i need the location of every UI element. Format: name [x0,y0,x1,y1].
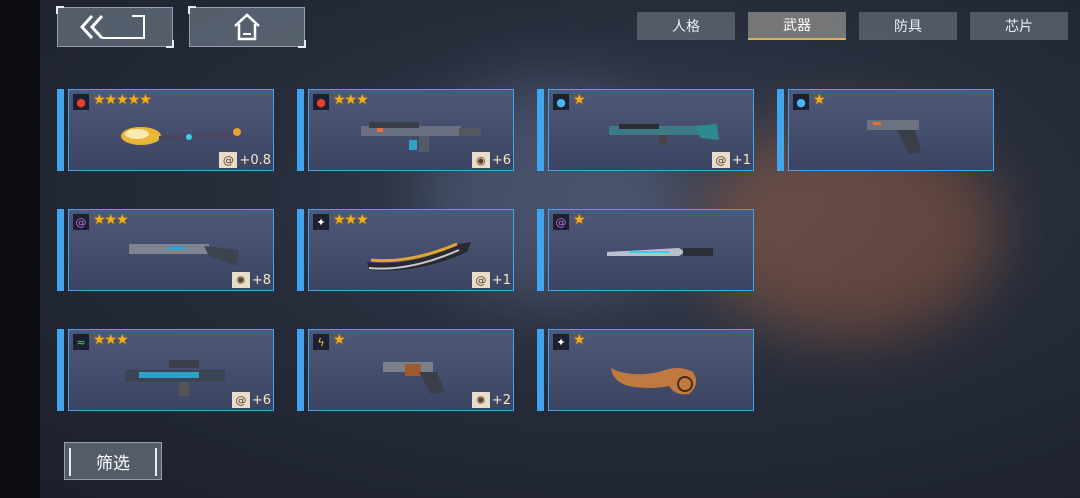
card-side-bar [537,89,544,171]
weapon-arm-image [611,368,697,395]
creature-icon: ◉ [471,152,490,168]
swirl-icon: @ [231,392,250,408]
electric-icon: ϟ [313,334,329,350]
star-rating: ★ [573,92,586,108]
home-icon [234,13,260,41]
fire-icon: ● [73,94,89,110]
filter-button[interactable]: 筛选 [64,442,162,480]
filter-button-bracket [69,448,71,476]
bonus-badge: @ +1 [711,152,751,168]
bonus-badge: @ +6 [231,392,271,408]
tab-armor[interactable]: 防具 [859,12,957,40]
swirl-icon: @ [219,152,238,168]
star-rating: ★ [813,92,826,108]
weapon-card[interactable]: ● ★ @ +1 [537,89,754,171]
card-side-bar [537,209,544,291]
weapon-smg-image [125,360,225,396]
card-side-bar [297,209,304,291]
star-rating: ★★★ [333,212,369,228]
gear-icon: ✺ [471,392,490,408]
back-arrow-icon [80,14,145,40]
star-rating: ★ [573,212,586,228]
weapon-assault-rifle-image [361,122,481,152]
weapon-card[interactable]: ✦ ★ [537,329,754,411]
star-rating: ★★★ [93,332,129,348]
card-side-bar [537,329,544,411]
star-rating: ★ [573,332,586,348]
card-side-bar [57,209,64,291]
card-side-bar [777,89,784,171]
light-icon: ✦ [553,334,569,350]
psychic-icon: @ [73,214,89,230]
weapon-revolver-image [383,362,445,394]
water-icon: ● [553,94,569,110]
wind-icon: ≈ [73,334,89,350]
weapon-card[interactable]: ≈ ★★★ @ +6 [57,329,274,411]
weapon-knife-image [607,248,713,256]
weapon-card[interactable]: ✦ ★★★ @ +1 [297,209,514,291]
card-side-bar [297,89,304,171]
water-icon: ● [793,94,809,110]
weapon-pump-shotgun-image [129,244,239,266]
bonus-badge: ◉ +6 [471,152,511,168]
filter-label: 筛选 [96,453,130,474]
star-rating: ★★★ [333,92,369,108]
weapon-card[interactable]: @ ★★★ ✺ +8 [57,209,274,291]
star-rating: ★ [333,332,346,348]
light-icon: ✦ [313,214,329,230]
weapon-shotgun-image [609,124,719,145]
tab-personality[interactable]: 人格 [637,12,735,40]
weapon-card[interactable]: ● ★★★★★ @ +0.8 [57,89,274,171]
card-side-bar [297,329,304,411]
weapon-card[interactable]: @ ★ [537,209,754,291]
gear-icon: ✺ [231,272,250,288]
weapon-pistol-image [867,120,921,154]
star-rating: ★★★★★ [93,92,152,108]
back-button[interactable] [56,6,174,48]
home-button[interactable] [188,6,306,48]
card-side-bar [57,89,64,171]
fire-icon: ● [313,94,329,110]
weapon-card[interactable]: ϟ ★ ✺ +2 [297,329,514,411]
bonus-badge: @ +1 [471,272,511,288]
tab-weapons[interactable]: 武器 [748,12,846,40]
bonus-badge: @ +0.8 [219,152,271,168]
bonus-badge: ✺ +8 [231,272,271,288]
weapon-card[interactable]: ● ★★★ ◉ +6 [297,89,514,171]
card-side-bar [57,329,64,411]
left-dark-strip [0,0,40,498]
filter-button-bracket [155,448,157,476]
bonus-badge: ✺ +2 [471,392,511,408]
swirl-icon: @ [471,272,490,288]
psychic-icon: @ [553,214,569,230]
weapon-card[interactable]: ● ★ [777,89,994,171]
tab-chips[interactable]: 芯片 [970,12,1068,40]
weapon-blade-image [367,242,471,271]
star-rating: ★★★ [93,212,129,228]
swirl-icon: @ [711,152,730,168]
